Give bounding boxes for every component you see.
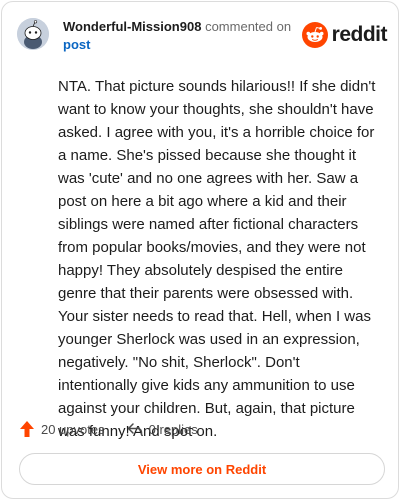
view-more-button[interactable]: View more on Reddit	[19, 453, 385, 485]
comment-header: Wonderful-Mission908 commented on post r…	[17, 16, 388, 56]
reddit-logo[interactable]: reddit	[301, 18, 388, 52]
snoo-avatar-icon	[17, 18, 49, 50]
comment-body: NTA. That picture sounds hilarious!! If …	[58, 78, 376, 440]
comment-meta: Wonderful-Mission908 commented on post	[63, 18, 313, 54]
avatar[interactable]	[17, 18, 49, 50]
post-link[interactable]: post	[63, 36, 313, 54]
comment-footer: 20 upvotes 0 replies	[19, 418, 220, 440]
upvote-count: 20 upvotes	[41, 421, 105, 437]
comment-card: Wonderful-Mission908 commented on post r…	[1, 1, 399, 499]
reply-count: 0 replies	[148, 421, 198, 437]
reddit-logo-icon	[301, 22, 328, 48]
reply-arrow-icon	[127, 423, 142, 436]
upvote-arrow-icon	[20, 421, 34, 437]
comment-action: commented on	[205, 19, 292, 34]
author-name[interactable]: Wonderful-Mission908	[63, 19, 201, 34]
reply-button[interactable]: 0 replies	[127, 422, 198, 437]
upvote-button[interactable]: 20 upvotes	[19, 420, 105, 438]
reddit-wordmark: reddit	[331, 23, 388, 46]
